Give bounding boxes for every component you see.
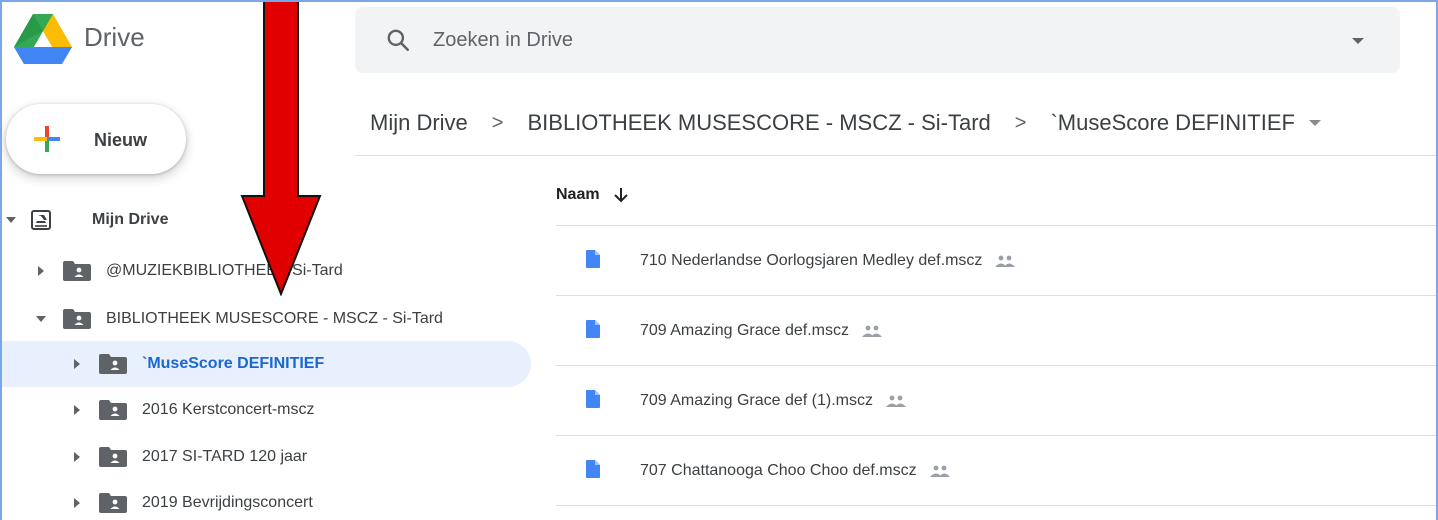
triangle-right-icon xyxy=(38,266,44,276)
shared-folder-icon xyxy=(99,447,127,467)
new-button[interactable]: Nieuw xyxy=(6,104,186,174)
people-icon xyxy=(929,465,950,477)
tree-label: 2017 SI-TARD 120 jaar xyxy=(142,448,308,465)
breadcrumb-item-bibliotheek[interactable]: BIBLIOTHEEK MUSESCORE - MSCZ - Si-Tard xyxy=(527,110,990,136)
expand-toggle[interactable] xyxy=(70,498,84,508)
file-name: 709 Amazing Grace def.mscz xyxy=(640,322,849,339)
shared-folder-icon xyxy=(99,400,127,420)
divider xyxy=(355,155,1438,156)
new-button-label: Nieuw xyxy=(94,130,148,150)
breadcrumb: Mijn Drive > BIBLIOTHEEK MUSESCORE - MSC… xyxy=(370,108,1321,138)
my-drive-icon xyxy=(31,210,51,230)
app-title: Drive xyxy=(84,22,145,52)
file-name: 710 Nederlandse Oorlogsjaren Medley def.… xyxy=(640,252,983,269)
triangle-right-icon xyxy=(74,452,80,462)
shared-folder-icon xyxy=(63,309,91,329)
tree-label: Mijn Drive xyxy=(92,211,169,228)
tree-item-2016-kerstconcert[interactable]: 2016 Kerstconcert-mscz xyxy=(70,387,315,433)
column-header-label: Naam xyxy=(556,186,600,203)
column-header-name[interactable]: Naam xyxy=(556,186,630,204)
drive-logo[interactable] xyxy=(14,14,72,64)
expand-toggle[interactable] xyxy=(70,405,84,415)
breadcrumb-separator: > xyxy=(1014,111,1027,134)
file-row[interactable]: 709 Amazing Grace def (1).mscz xyxy=(556,366,1438,436)
tree-item-2017-si-tard[interactable]: 2017 SI-TARD 120 jaar xyxy=(70,434,307,480)
collapse-toggle[interactable] xyxy=(4,217,18,223)
people-icon xyxy=(861,325,882,337)
expand-toggle[interactable] xyxy=(34,266,48,276)
document-icon xyxy=(586,460,600,478)
search-icon[interactable] xyxy=(385,27,411,53)
document-icon xyxy=(586,250,600,268)
expand-toggle[interactable] xyxy=(70,359,84,369)
tree-label: 2016 Kerstconcert-mscz xyxy=(142,401,315,418)
plus-icon xyxy=(34,126,60,152)
arrow-down-icon[interactable] xyxy=(612,186,630,204)
chevron-down-icon[interactable] xyxy=(1308,120,1321,126)
people-icon xyxy=(995,255,1016,267)
tree-label: 2019 Bevrijdingsconcert xyxy=(142,494,313,511)
file-row[interactable]: 707 Chattanooga Choo Choo def.mscz xyxy=(556,436,1438,506)
shared-folder-icon xyxy=(99,493,127,513)
search-options-dropdown-icon[interactable] xyxy=(1352,38,1364,44)
search-bar[interactable] xyxy=(355,7,1400,73)
tree-label: BIBLIOTHEEK MUSESCORE - MSCZ - Si-Tard xyxy=(106,310,443,327)
tree-item-bibliotheek-musescore[interactable]: BIBLIOTHEEK MUSESCORE - MSCZ - Si-Tard xyxy=(34,296,443,342)
triangle-down-icon xyxy=(6,217,16,223)
triangle-right-icon xyxy=(74,405,80,415)
tree-item-musescore-definitief[interactable]: `MuseScore DEFINITIEF xyxy=(0,341,531,387)
people-icon xyxy=(885,395,906,407)
search-input[interactable] xyxy=(433,23,1333,57)
triangle-right-icon xyxy=(74,359,80,369)
file-row[interactable]: 710 Nederlandse Oorlogsjaren Medley def.… xyxy=(556,226,1438,296)
shared-folder-icon xyxy=(99,354,127,374)
collapse-toggle[interactable] xyxy=(34,316,48,322)
expand-toggle[interactable] xyxy=(70,452,84,462)
tree-root-mijn-drive[interactable]: Mijn Drive xyxy=(4,197,168,243)
tree-label: `MuseScore DEFINITIEF xyxy=(142,355,325,372)
shared-folder-icon xyxy=(63,261,91,281)
file-name: 707 Chattanooga Choo Choo def.mscz xyxy=(640,462,917,479)
annotation-arrow-icon xyxy=(240,0,322,296)
triangle-right-icon xyxy=(74,498,80,508)
document-icon xyxy=(586,390,600,408)
breadcrumb-item-current-folder[interactable]: `MuseScore DEFINITIEF xyxy=(1050,110,1294,136)
file-name: 709 Amazing Grace def (1).mscz xyxy=(640,392,873,409)
file-row[interactable]: 709 Amazing Grace def.mscz xyxy=(556,296,1438,366)
breadcrumb-separator: > xyxy=(491,111,504,134)
document-icon xyxy=(586,320,600,338)
tree-item-2019-bevrijdingsconcert[interactable]: 2019 Bevrijdingsconcert xyxy=(70,480,313,520)
breadcrumb-item-mijn-drive[interactable]: Mijn Drive xyxy=(370,110,468,136)
triangle-down-icon xyxy=(36,316,46,322)
